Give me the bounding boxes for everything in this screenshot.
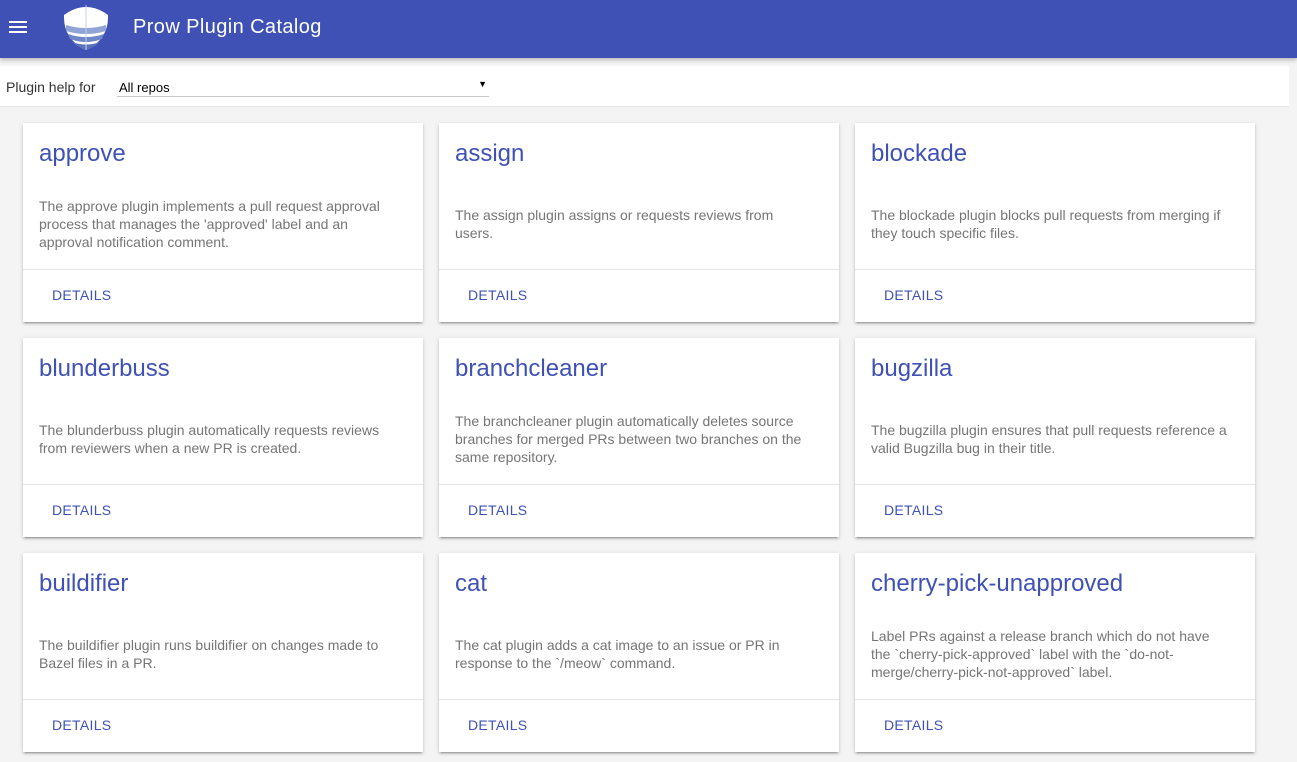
plugin-description: The buildifier plugin runs buildifier on… xyxy=(39,637,379,671)
details-button[interactable]: DETAILS xyxy=(876,287,951,303)
app-bar: Prow Plugin Catalog xyxy=(0,0,1297,58)
details-button[interactable]: DETAILS xyxy=(460,502,535,518)
card-divider xyxy=(855,269,1255,270)
menu-icon[interactable] xyxy=(6,15,30,39)
plugin-card: bugzilla The bugzilla plugin ensures tha… xyxy=(855,338,1255,537)
filter-label: Plugin help for xyxy=(6,79,96,95)
prow-logo xyxy=(63,5,109,50)
repo-select[interactable]: All repos ▼ xyxy=(117,78,489,97)
plugin-card: cherry-pick-unapproved Label PRs against… xyxy=(855,553,1255,752)
card-divider xyxy=(23,699,423,700)
repo-filter-bar: Plugin help for All repos ▼ xyxy=(0,66,1289,107)
card-divider xyxy=(23,269,423,270)
details-button[interactable]: DETAILS xyxy=(44,717,119,733)
plugin-description: The bugzilla plugin ensures that pull re… xyxy=(871,422,1227,456)
plugin-card: assign The assign plugin assigns or requ… xyxy=(439,123,839,322)
plugin-card: blunderbuss The blunderbuss plugin autom… xyxy=(23,338,423,537)
plugin-card: approve The approve plugin implements a … xyxy=(23,123,423,322)
plugin-description: The branchcleaner plugin automatically d… xyxy=(455,413,802,465)
card-divider xyxy=(439,269,839,270)
card-divider xyxy=(23,484,423,485)
plugin-card: branchcleaner The branchcleaner plugin a… xyxy=(439,338,839,537)
details-button[interactable]: DETAILS xyxy=(876,717,951,733)
plugin-name: bugzilla xyxy=(871,355,953,382)
plugin-card: blockade The blockade plugin blocks pull… xyxy=(855,123,1255,322)
plugin-card: buildifier The buildifier plugin runs bu… xyxy=(23,553,423,752)
card-divider xyxy=(439,699,839,700)
plugin-description: The blockade plugin blocks pull requests… xyxy=(871,207,1221,241)
plugin-name: blockade xyxy=(871,140,968,167)
app-title: Prow Plugin Catalog xyxy=(133,16,322,38)
plugin-name: branchcleaner xyxy=(455,355,608,382)
details-button[interactable]: DETAILS xyxy=(876,502,951,518)
details-button[interactable]: DETAILS xyxy=(460,287,535,303)
plugin-name: cat xyxy=(455,570,488,597)
plugin-name: buildifier xyxy=(39,570,129,597)
plugin-name: assign xyxy=(455,140,525,167)
plugin-name: cherry-pick-unapproved xyxy=(871,570,1124,597)
details-button[interactable]: DETAILS xyxy=(44,287,119,303)
plugin-description: The blunderbuss plugin automatically req… xyxy=(39,422,380,456)
plugin-description: The cat plugin adds a cat image to an is… xyxy=(455,637,780,671)
card-divider xyxy=(855,699,1255,700)
details-button[interactable]: DETAILS xyxy=(460,717,535,733)
plugin-description: The approve plugin implements a pull req… xyxy=(39,198,380,250)
plugin-card: cat The cat plugin adds a cat image to a… xyxy=(439,553,839,752)
details-button[interactable]: DETAILS xyxy=(44,502,119,518)
dropdown-arrow-icon: ▼ xyxy=(478,79,487,89)
plugin-name: approve xyxy=(39,140,126,167)
plugin-description: The assign plugin assigns or requests re… xyxy=(455,207,774,241)
plugin-description: Label PRs against a release branch which… xyxy=(871,628,1210,680)
repo-select-value: All repos xyxy=(119,80,170,95)
plugin-name: blunderbuss xyxy=(39,355,170,382)
card-divider xyxy=(855,484,1255,485)
card-divider xyxy=(439,484,839,485)
